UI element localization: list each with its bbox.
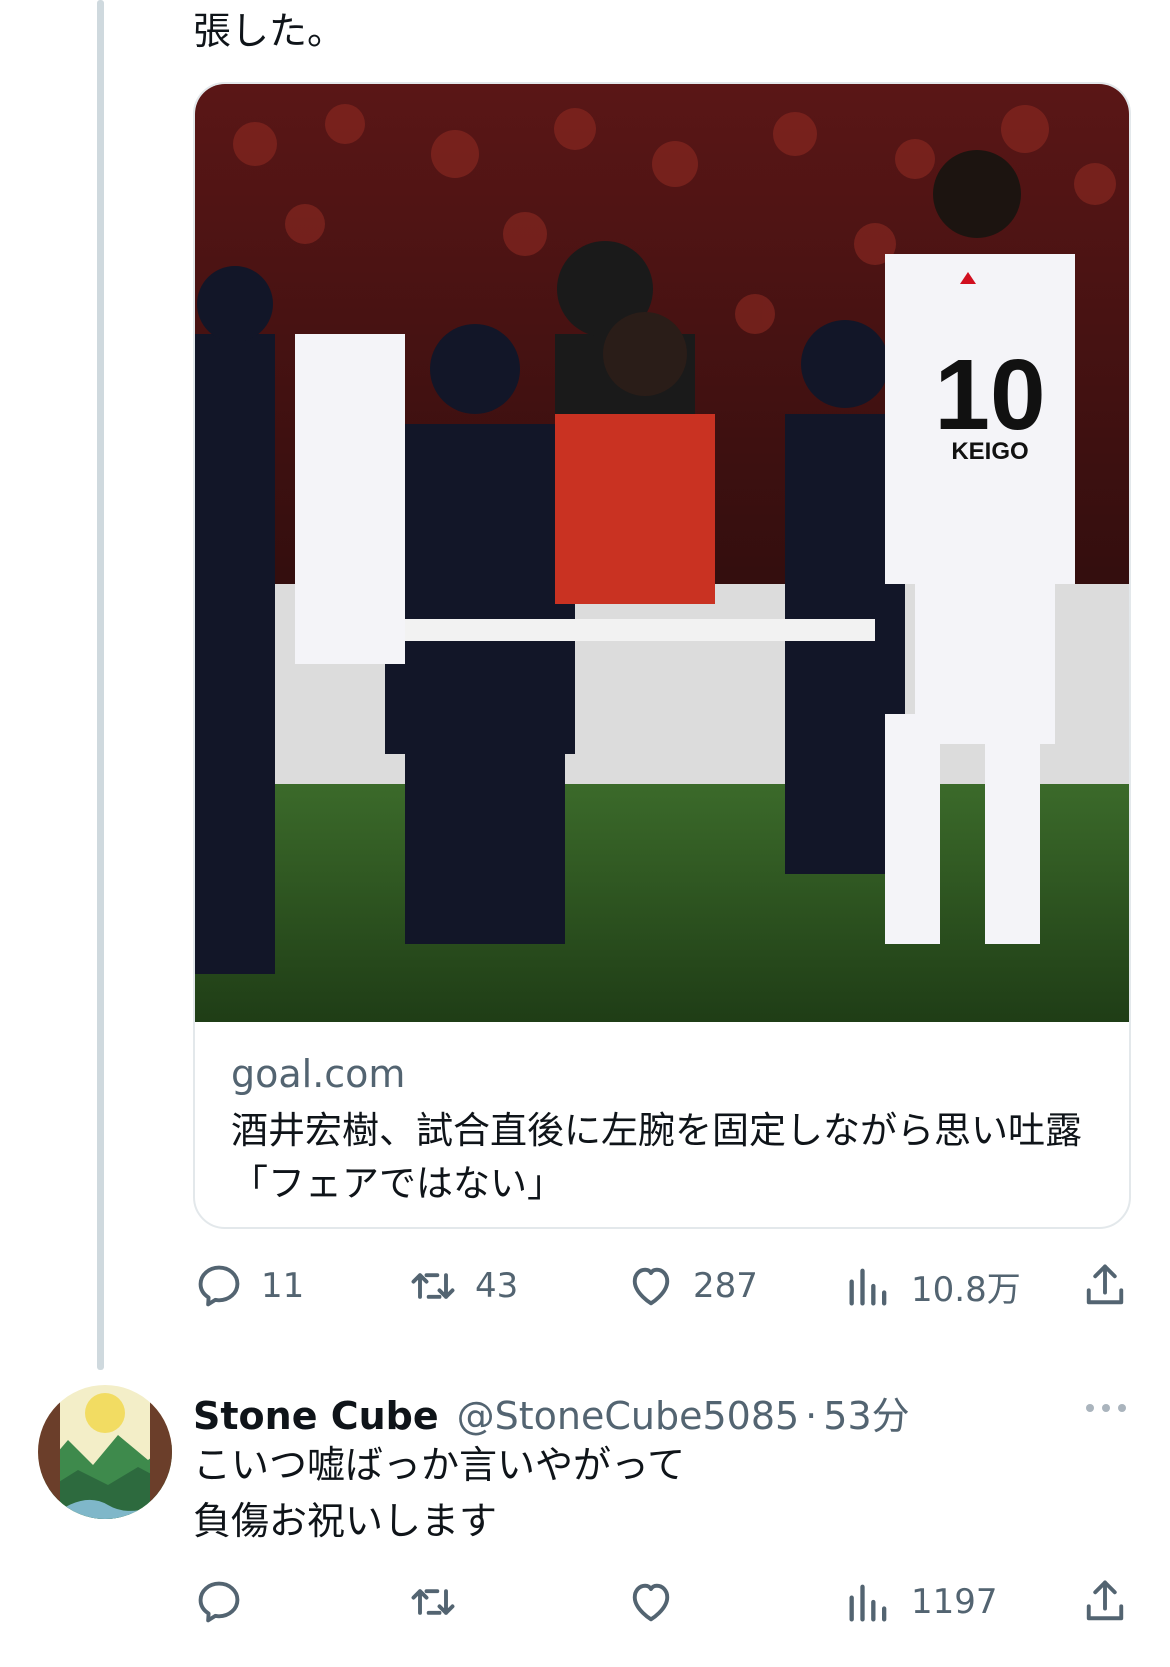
heart-icon xyxy=(632,1267,670,1306)
link-card-title: 酒井宏樹、試合直後に左腕を固定しながら思い吐露「フェアではない」 xyxy=(231,1109,1082,1205)
views-button[interactable]: 10.8万 xyxy=(843,1256,1021,1316)
tweet-text-tail: 張した。 xyxy=(193,9,346,53)
views-button[interactable]: 1197 xyxy=(843,1572,998,1632)
reply-line-2: 負傷お祝いします xyxy=(193,1499,498,1543)
link-card-photo: 10 KEIGO xyxy=(195,84,1129,1022)
views-bar-chart-icon xyxy=(849,1268,887,1306)
retweet-button[interactable] xyxy=(407,1572,459,1632)
more-dots-icon xyxy=(1086,1404,1126,1412)
avatar[interactable] xyxy=(38,1385,172,1519)
link-card[interactable]: 10 KEIGO goal.com 酒井宏樹、試合直後に左腕を固定しながら思い吐… xyxy=(193,82,1131,1229)
more-options-button[interactable] xyxy=(1082,1393,1130,1423)
link-card-domain: goal.com xyxy=(231,1052,406,1096)
author-display-name[interactable]: Stone Cube xyxy=(193,1394,439,1438)
reply-tweet-actions: 1197 xyxy=(193,1572,1133,1632)
retweet-button[interactable]: 43 xyxy=(407,1256,518,1316)
reply-author-row: Stone Cube @StoneCube5085 · 53分 xyxy=(193,1385,910,1440)
views-count: 10.8万 xyxy=(911,1269,1021,1310)
like-button[interactable] xyxy=(625,1572,677,1632)
share-icon xyxy=(1086,1264,1124,1305)
tweet-timestamp[interactable]: 53分 xyxy=(823,1385,909,1440)
author-handle[interactable]: @StoneCube5085 xyxy=(457,1394,800,1438)
thread-connector-line xyxy=(97,0,104,1370)
separator-dot: · xyxy=(805,1394,818,1438)
reply-icon xyxy=(198,1581,240,1623)
reply-count: 11 xyxy=(261,1266,305,1306)
retweet-icon xyxy=(411,1589,455,1615)
reply-line-1: こいつ嘘ばっか言いやがって xyxy=(193,1443,686,1487)
reply-icon xyxy=(198,1265,240,1307)
views-bar-chart-icon xyxy=(849,1584,887,1622)
reply-button[interactable]: 11 xyxy=(193,1256,304,1316)
views-count: 1197 xyxy=(911,1582,998,1622)
svg-text:10: 10 xyxy=(934,339,1045,451)
like-button[interactable]: 287 xyxy=(625,1256,758,1316)
avatar-landscape-image xyxy=(38,1385,172,1519)
share-icon xyxy=(1086,1580,1124,1621)
retweet-count: 43 xyxy=(475,1266,519,1306)
retweet-icon xyxy=(411,1273,455,1299)
reply-tweet-text: こいつ嘘ばっか言いやがって 負傷お祝いします xyxy=(193,1437,685,1549)
reply-button[interactable] xyxy=(193,1572,245,1632)
svg-text:KEIGO: KEIGO xyxy=(951,438,1028,465)
share-button[interactable] xyxy=(1079,1572,1131,1632)
like-count: 287 xyxy=(693,1266,758,1306)
share-button[interactable] xyxy=(1079,1256,1131,1316)
heart-icon xyxy=(632,1583,670,1622)
parent-tweet-actions: 11 43 287 10.8万 xyxy=(193,1256,1133,1316)
